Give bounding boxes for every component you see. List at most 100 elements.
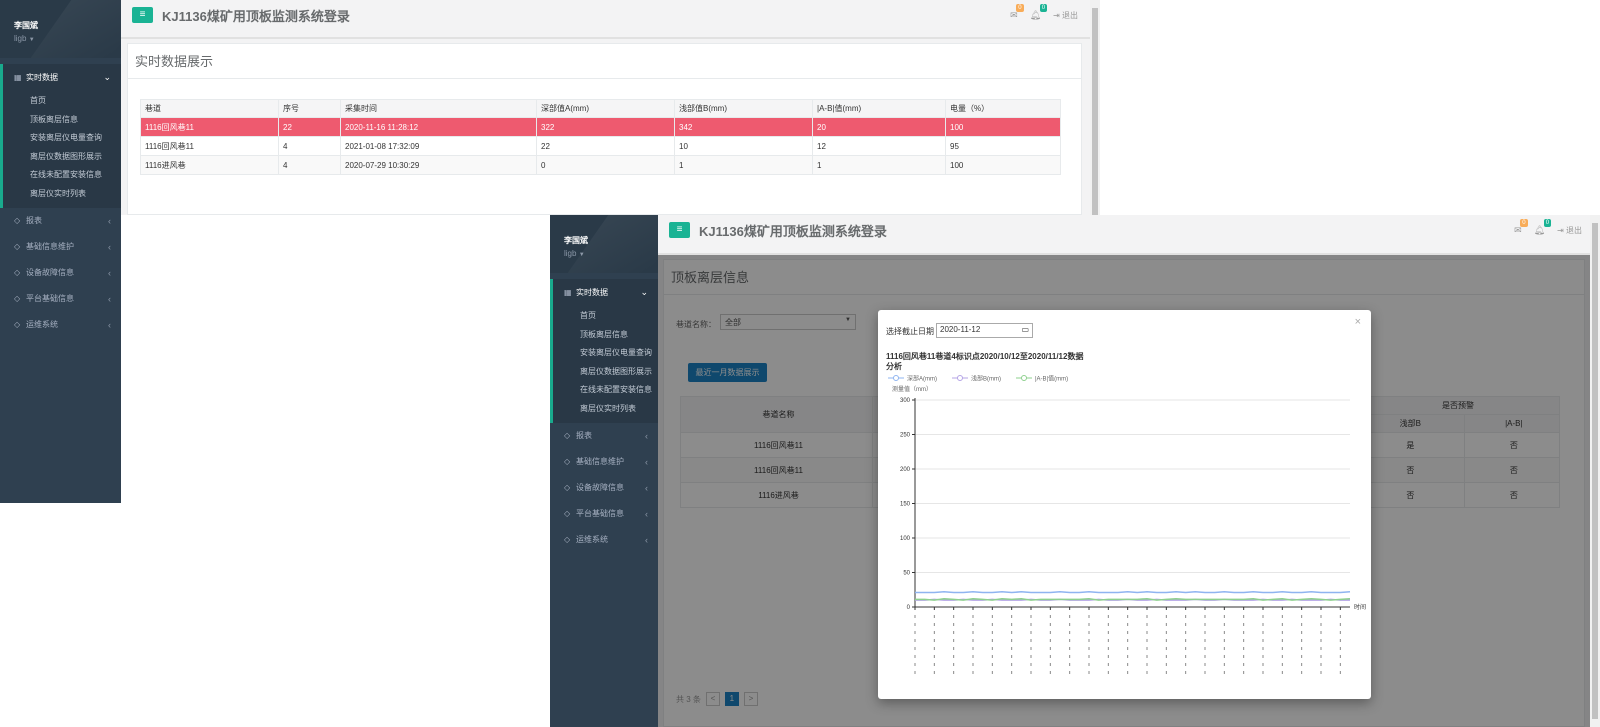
- legend-marker: [1021, 375, 1027, 381]
- sidebar-item-graph[interactable]: 离层仪数据图形展示: [3, 148, 121, 167]
- mail-badge: 0: [1016, 4, 1024, 12]
- sidebar-group-basic-info[interactable]: ◇ 基础信息维护 ‹: [0, 234, 121, 260]
- chart-modal: × 选择截止日期 2020-11-12 ▭ 1116回风巷11巷道4标识点202…: [878, 310, 1371, 699]
- y-tick-label: 250: [900, 433, 911, 439]
- sidebar-group-platform[interactable]: ◇ 平台基础信息 ‹: [550, 501, 658, 527]
- diamond-icon: ◇: [14, 320, 21, 330]
- y-axis-label: 测量值（mm）: [892, 385, 932, 393]
- sidebar-group-faults[interactable]: ◇ 设备故障信息 ‹: [0, 260, 121, 286]
- y-tick-label: 150: [900, 502, 911, 508]
- logout-label: 退出: [1062, 11, 1078, 20]
- sidebar-group-realtime[interactable]: ▦ 实时数据 ⌄: [0, 64, 121, 90]
- sidebar-group-platform[interactable]: ◇ 平台基础信息 ‹: [0, 286, 121, 312]
- col-lane: 巷道: [140, 99, 279, 118]
- chevron-left-icon: ‹: [108, 319, 111, 330]
- sidebar-group-realtime[interactable]: ▦ 实时数据 ⌄: [550, 279, 658, 305]
- sidebar-item-realtime-list[interactable]: 离层仪实时列表: [553, 400, 658, 419]
- scrollbar[interactable]: [1590, 215, 1600, 727]
- sidebar-item-layer-info[interactable]: 顶板离层信息: [3, 111, 121, 130]
- sidebar-item-graph[interactable]: 离层仪数据图形展示: [553, 363, 658, 382]
- system-title: KJ1136煤矿用顶板监测系统登录: [162, 9, 350, 24]
- sidebar: 李国斌 ligb ▼ ▦ 实时数据 ⌄ 首页 顶板离层信息 安装离层仪电量查询 离层…: [550, 215, 658, 727]
- menu-toggle-button[interactable]: ≡: [132, 7, 153, 23]
- sidebar-group-reports[interactable]: ◇ 报表 ‹: [550, 423, 658, 449]
- bell-icon[interactable]: 🔔︎ 0: [1030, 4, 1048, 21]
- bell-badge: 0: [1543, 219, 1552, 227]
- sidebar-group-label: 基础信息维护: [26, 242, 74, 252]
- chevron-left-icon: ‹: [108, 293, 111, 304]
- logout-link[interactable]: ⇥ 退出: [1053, 10, 1078, 21]
- scrollbar-thumb[interactable]: [1592, 223, 1598, 719]
- user-name: 李国斌: [564, 236, 588, 245]
- end-date-input[interactable]: 2020-11-12 ▭: [936, 323, 1033, 338]
- user-account-dropdown[interactable]: ligb ▼: [14, 34, 121, 43]
- legend-marker: [957, 375, 963, 381]
- sidebar-group-faults[interactable]: ◇ 设备故障信息 ‹: [550, 475, 658, 501]
- diamond-icon: ◇: [14, 216, 21, 226]
- col-seq: 序号: [278, 99, 341, 118]
- legend-label: |A-B|值(mm): [1035, 375, 1068, 383]
- line-chart: 深部A(mm) 浅部B(mm) |A-B|值(mm) 测量值（mm） 0 50 100 150…: [888, 375, 1366, 674]
- scrollbar[interactable]: [1090, 0, 1100, 215]
- x-axis-label: 时间: [1354, 603, 1366, 611]
- sidebar-item-unconfigured[interactable]: 在线未配置安装信息: [3, 166, 121, 185]
- top-navbar: ≡ KJ1136煤矿用顶板监测系统登录 ✉ 0 🔔︎ 0 ⇥ 退出: [121, 0, 1090, 39]
- scrollbar-thumb[interactable]: [1092, 8, 1098, 215]
- date-label: 选择截止日期: [886, 327, 934, 336]
- close-icon[interactable]: ×: [1355, 316, 1361, 328]
- sidebar-group-label: 基础信息维护: [576, 457, 624, 467]
- top-navbar: ≡ KJ1136煤矿用顶板监测系统登录 ✉ 0 🔔︎ 0 ⇥ 退出: [658, 215, 1590, 255]
- y-tick-label: 100: [900, 536, 911, 542]
- sidebar-group-reports[interactable]: ◇ 报表 ‹: [0, 208, 121, 234]
- col-battery: 电量（%）: [945, 99, 1061, 118]
- caret-down-icon: ▼: [578, 252, 585, 258]
- mail-icon[interactable]: ✉ 0: [1010, 4, 1024, 21]
- sidebar-group-basic-info[interactable]: ◇ 基础信息维护 ‹: [550, 449, 658, 475]
- table-row[interactable]: 1116回风巷11 22 2020-11-16 11:28:12 322 342…: [140, 117, 1061, 137]
- chevron-left-icon: ‹: [108, 241, 111, 252]
- chevron-left-icon: ‹: [645, 430, 648, 441]
- sidebar-item-realtime-list[interactable]: 离层仪实时列表: [3, 185, 121, 204]
- col-shallow-b: 浅部值B(mm): [674, 99, 813, 118]
- sidebar-item-layer-info[interactable]: 顶板离层信息: [553, 326, 658, 345]
- chevron-down-icon: ⌄: [640, 286, 648, 297]
- cell: 2020-07-29 10:30:29: [340, 155, 537, 175]
- diamond-icon: ◇: [564, 509, 571, 519]
- diamond-icon: ◇: [564, 457, 571, 467]
- table-row[interactable]: 1116进风巷 4 2020-07-29 10:30:29 0 1 1 100: [140, 155, 1061, 175]
- mail-icon[interactable]: ✉ 0: [1514, 219, 1528, 236]
- sidebar-group-label: 平台基础信息: [576, 509, 624, 519]
- realtime-panel: 实时数据展示 巷道 序号 采集时间 深部值A(mm) 浅部值B(mm) |A-B…: [127, 43, 1082, 215]
- menu-toggle-button[interactable]: ≡: [669, 222, 690, 238]
- mail-badge: 0: [1520, 219, 1528, 227]
- grid-icon: ▦: [564, 287, 572, 297]
- logout-link[interactable]: ⇥ 退出: [1557, 225, 1582, 236]
- sidebar-item-unconfigured[interactable]: 在线未配置安装信息: [553, 381, 658, 400]
- cell: 22: [278, 117, 341, 137]
- cell: 22: [536, 136, 675, 156]
- sidebar-group-label: 运维系统: [26, 320, 58, 330]
- sidebar-group-label: 运维系统: [576, 535, 608, 545]
- cell: 1116进风巷: [140, 155, 279, 175]
- top-icons: ✉ 0 🔔︎ 0 ⇥ 退出: [1514, 219, 1582, 236]
- table-row[interactable]: 1116回风巷11 4 2021-01-08 17:32:09 22 10 12…: [140, 136, 1061, 156]
- sidebar: 李国斌 ligb ▼ ▦ 实时数据 ⌄ 首页 顶板离层信息 安装离层仪电量查询 离层…: [0, 0, 121, 503]
- sidebar-item-battery-query[interactable]: 安装离层仪电量查询: [553, 344, 658, 363]
- chevron-left-icon: ‹: [645, 534, 648, 545]
- sidebar-item-home[interactable]: 首页: [553, 307, 658, 326]
- chevron-left-icon: ‹: [108, 215, 111, 226]
- sidebar-item-home[interactable]: 首页: [3, 92, 121, 111]
- sidebar-group-ops[interactable]: ◇ 运维系统 ‹: [550, 527, 658, 553]
- user-account-dropdown[interactable]: ligb ▼: [564, 249, 658, 258]
- cell: 2020-11-16 11:28:12: [340, 117, 537, 137]
- sidebar-item-battery-query[interactable]: 安装离层仪电量查询: [3, 129, 121, 148]
- chevron-left-icon: ‹: [645, 482, 648, 493]
- logout-label: 退出: [1566, 226, 1582, 235]
- sidebar-group-ops[interactable]: ◇ 运维系统 ‹: [0, 312, 121, 338]
- sidebar-submenu: 首页 顶板离层信息 安装离层仪电量查询 离层仪数据图形展示 在线未配置安装信息 …: [550, 305, 658, 423]
- logout-icon: ⇥: [1557, 226, 1564, 235]
- bell-icon[interactable]: 🔔︎ 0: [1534, 219, 1552, 236]
- sidebar-group-label: 实时数据: [576, 287, 608, 297]
- diamond-icon: ◇: [14, 268, 21, 278]
- grid-icon: ▦: [14, 72, 22, 82]
